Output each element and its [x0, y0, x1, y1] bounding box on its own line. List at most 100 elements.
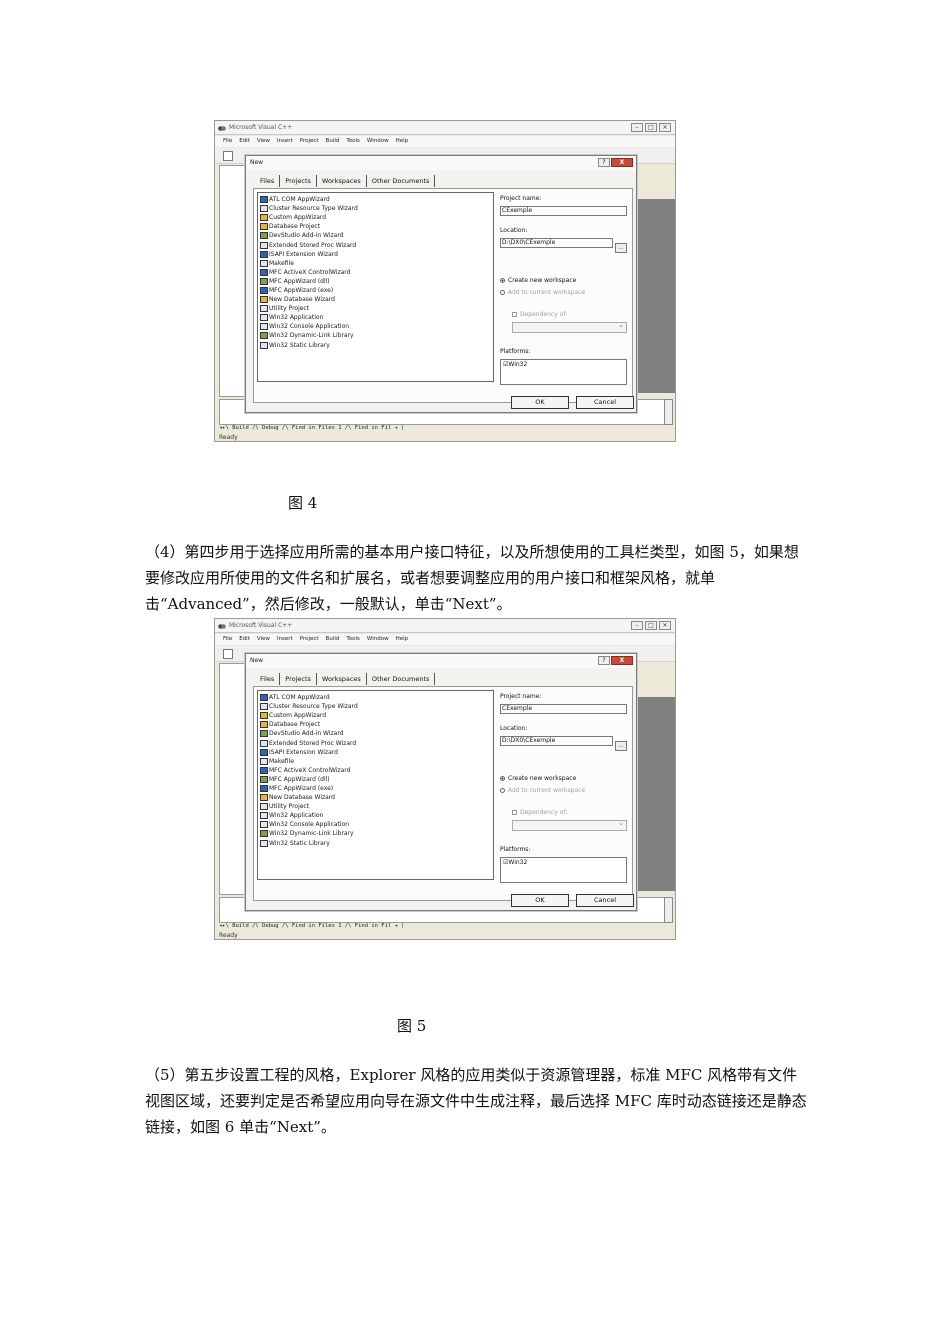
wizard-icon [260, 286, 268, 294]
browse-button[interactable]: ... [615, 243, 627, 253]
list-item[interactable]: Win32 Console Application [258, 322, 493, 331]
menu-file[interactable]: File [223, 634, 232, 645]
list-item[interactable]: Extended Stored Proc Wizard [258, 738, 493, 747]
cancel-button[interactable]: Cancel [576, 396, 634, 409]
help-icon[interactable]: ? [598, 656, 610, 665]
list-item[interactable]: ATL COM AppWizard [258, 693, 493, 702]
tab-projects[interactable]: Projects [280, 673, 317, 685]
output-tabs[interactable]: ◂▸\ Build /\ Debug /\ Find in Files 1 /\… [219, 921, 671, 931]
menu-file[interactable]: File [223, 136, 232, 147]
output-scrollbar[interactable] [664, 399, 673, 425]
menu-project[interactable]: Project [300, 634, 319, 645]
new-file-icon[interactable] [223, 151, 233, 161]
list-item[interactable]: New Database Wizard [258, 793, 493, 802]
list-item[interactable]: Utility Project [258, 802, 493, 811]
maximize-icon[interactable]: □ [645, 123, 657, 132]
add-workspace-radio[interactable]: Add to current workspace [500, 787, 585, 794]
list-item[interactable]: MFC AppWizard (exe) [258, 286, 493, 295]
tab-files[interactable]: Files [255, 175, 281, 187]
list-item[interactable]: Makefile [258, 757, 493, 766]
help-icon[interactable]: ? [598, 158, 610, 167]
location-input[interactable]: D:\DX0\CExemple [500, 736, 613, 746]
list-item[interactable]: Win32 Dynamic-Link Library [258, 331, 493, 340]
tab-workspaces[interactable]: Workspaces [317, 673, 367, 685]
list-item[interactable]: Win32 Static Library [258, 839, 493, 848]
list-item[interactable]: Database Project [258, 222, 493, 231]
menu-edit[interactable]: Edit [239, 136, 250, 147]
dialog-title: New [246, 156, 636, 170]
utility-icon [260, 305, 268, 313]
dialog-close-icon[interactable]: X [611, 158, 633, 167]
menu-build[interactable]: Build [326, 634, 340, 645]
menu-build[interactable]: Build [326, 136, 340, 147]
list-item[interactable]: Custom AppWizard [258, 213, 493, 222]
list-item[interactable]: MFC AppWizard (exe) [258, 784, 493, 793]
menu-tools[interactable]: Tools [346, 136, 360, 147]
new-file-icon[interactable] [223, 649, 233, 659]
menu-insert[interactable]: Insert [277, 634, 293, 645]
menu-view[interactable]: View [257, 136, 270, 147]
list-item[interactable]: Win32 Static Library [258, 341, 493, 350]
list-item[interactable]: DevStudio Add-in Wizard [258, 729, 493, 738]
dependency-select[interactable] [512, 321, 627, 333]
dialog-close-icon[interactable]: X [611, 656, 633, 665]
minimize-icon[interactable]: – [631, 123, 643, 132]
project-name-input[interactable]: CExemple [500, 206, 627, 216]
database-icon [260, 721, 268, 729]
list-item[interactable]: MFC ActiveX ControlWizard [258, 268, 493, 277]
create-workspace-radio[interactable]: Create new workspace [500, 775, 576, 782]
list-item[interactable]: New Database Wizard [258, 295, 493, 304]
list-item[interactable]: MFC AppWizard (dll) [258, 277, 493, 286]
list-item[interactable]: ATL COM AppWizard [258, 195, 493, 204]
list-item[interactable]: DevStudio Add-in Wizard [258, 231, 493, 240]
menu-project[interactable]: Project [300, 136, 319, 147]
paragraph: （4）第四步用于选择应用所需的基本用户接口特征，以及所想使用的工具栏类型，如图 … [145, 543, 799, 613]
close-icon[interactable]: × [659, 123, 671, 132]
list-item[interactable]: Win32 Dynamic-Link Library [258, 829, 493, 838]
menu-window[interactable]: Window [367, 136, 389, 147]
menu-window[interactable]: Window [367, 634, 389, 645]
menu-insert[interactable]: Insert [277, 136, 293, 147]
tab-files[interactable]: Files [255, 673, 281, 685]
list-item[interactable]: Win32 Application [258, 811, 493, 820]
list-item[interactable]: Utility Project [258, 304, 493, 313]
tab-projects[interactable]: Projects [280, 175, 317, 187]
ok-button[interactable]: OK [511, 396, 569, 409]
list-item[interactable]: Win32 Application [258, 313, 493, 322]
wizard-icon [260, 703, 268, 711]
list-item[interactable]: Win32 Console Application [258, 820, 493, 829]
list-item[interactable]: Cluster Resource Type Wizard [258, 702, 493, 711]
dependency-checkbox[interactable]: Dependency of: [512, 809, 567, 816]
menu-edit[interactable]: Edit [239, 634, 250, 645]
tab-other-documents[interactable]: Other Documents [367, 673, 436, 685]
menu-help[interactable]: Help [396, 634, 409, 645]
close-icon[interactable]: × [659, 621, 671, 630]
tab-workspaces[interactable]: Workspaces [317, 175, 367, 187]
maximize-icon[interactable]: □ [645, 621, 657, 630]
list-item[interactable]: Custom AppWizard [258, 711, 493, 720]
list-item[interactable]: ISAPI Extension Wizard [258, 748, 493, 757]
project-name-input[interactable]: CExemple [500, 704, 627, 714]
add-workspace-radio[interactable]: Add to current workspace [500, 289, 585, 296]
menu-tools[interactable]: Tools [346, 634, 360, 645]
list-item[interactable]: MFC ActiveX ControlWizard [258, 766, 493, 775]
list-item[interactable]: Cluster Resource Type Wizard [258, 204, 493, 213]
menu-view[interactable]: View [257, 634, 270, 645]
dependency-select[interactable] [512, 819, 627, 831]
create-workspace-radio[interactable]: Create new workspace [500, 277, 576, 284]
list-item[interactable]: Makefile [258, 259, 493, 268]
list-item[interactable]: MFC AppWizard (dll) [258, 775, 493, 784]
list-item[interactable]: Database Project [258, 720, 493, 729]
output-scrollbar[interactable] [664, 897, 673, 923]
cancel-button[interactable]: Cancel [576, 894, 634, 907]
location-input[interactable]: D:\DX0\CExemple [500, 238, 613, 248]
list-item[interactable]: ISAPI Extension Wizard [258, 250, 493, 259]
browse-button[interactable]: ... [615, 741, 627, 751]
output-tabs[interactable]: ◂▸\ Build /\ Debug /\ Find in Files 1 /\… [219, 423, 671, 433]
tab-other-documents[interactable]: Other Documents [367, 175, 436, 187]
dependency-checkbox[interactable]: Dependency of: [512, 311, 567, 318]
minimize-icon[interactable]: – [631, 621, 643, 630]
menu-help[interactable]: Help [396, 136, 409, 147]
ok-button[interactable]: OK [511, 894, 569, 907]
list-item[interactable]: Extended Stored Proc Wizard [258, 240, 493, 249]
